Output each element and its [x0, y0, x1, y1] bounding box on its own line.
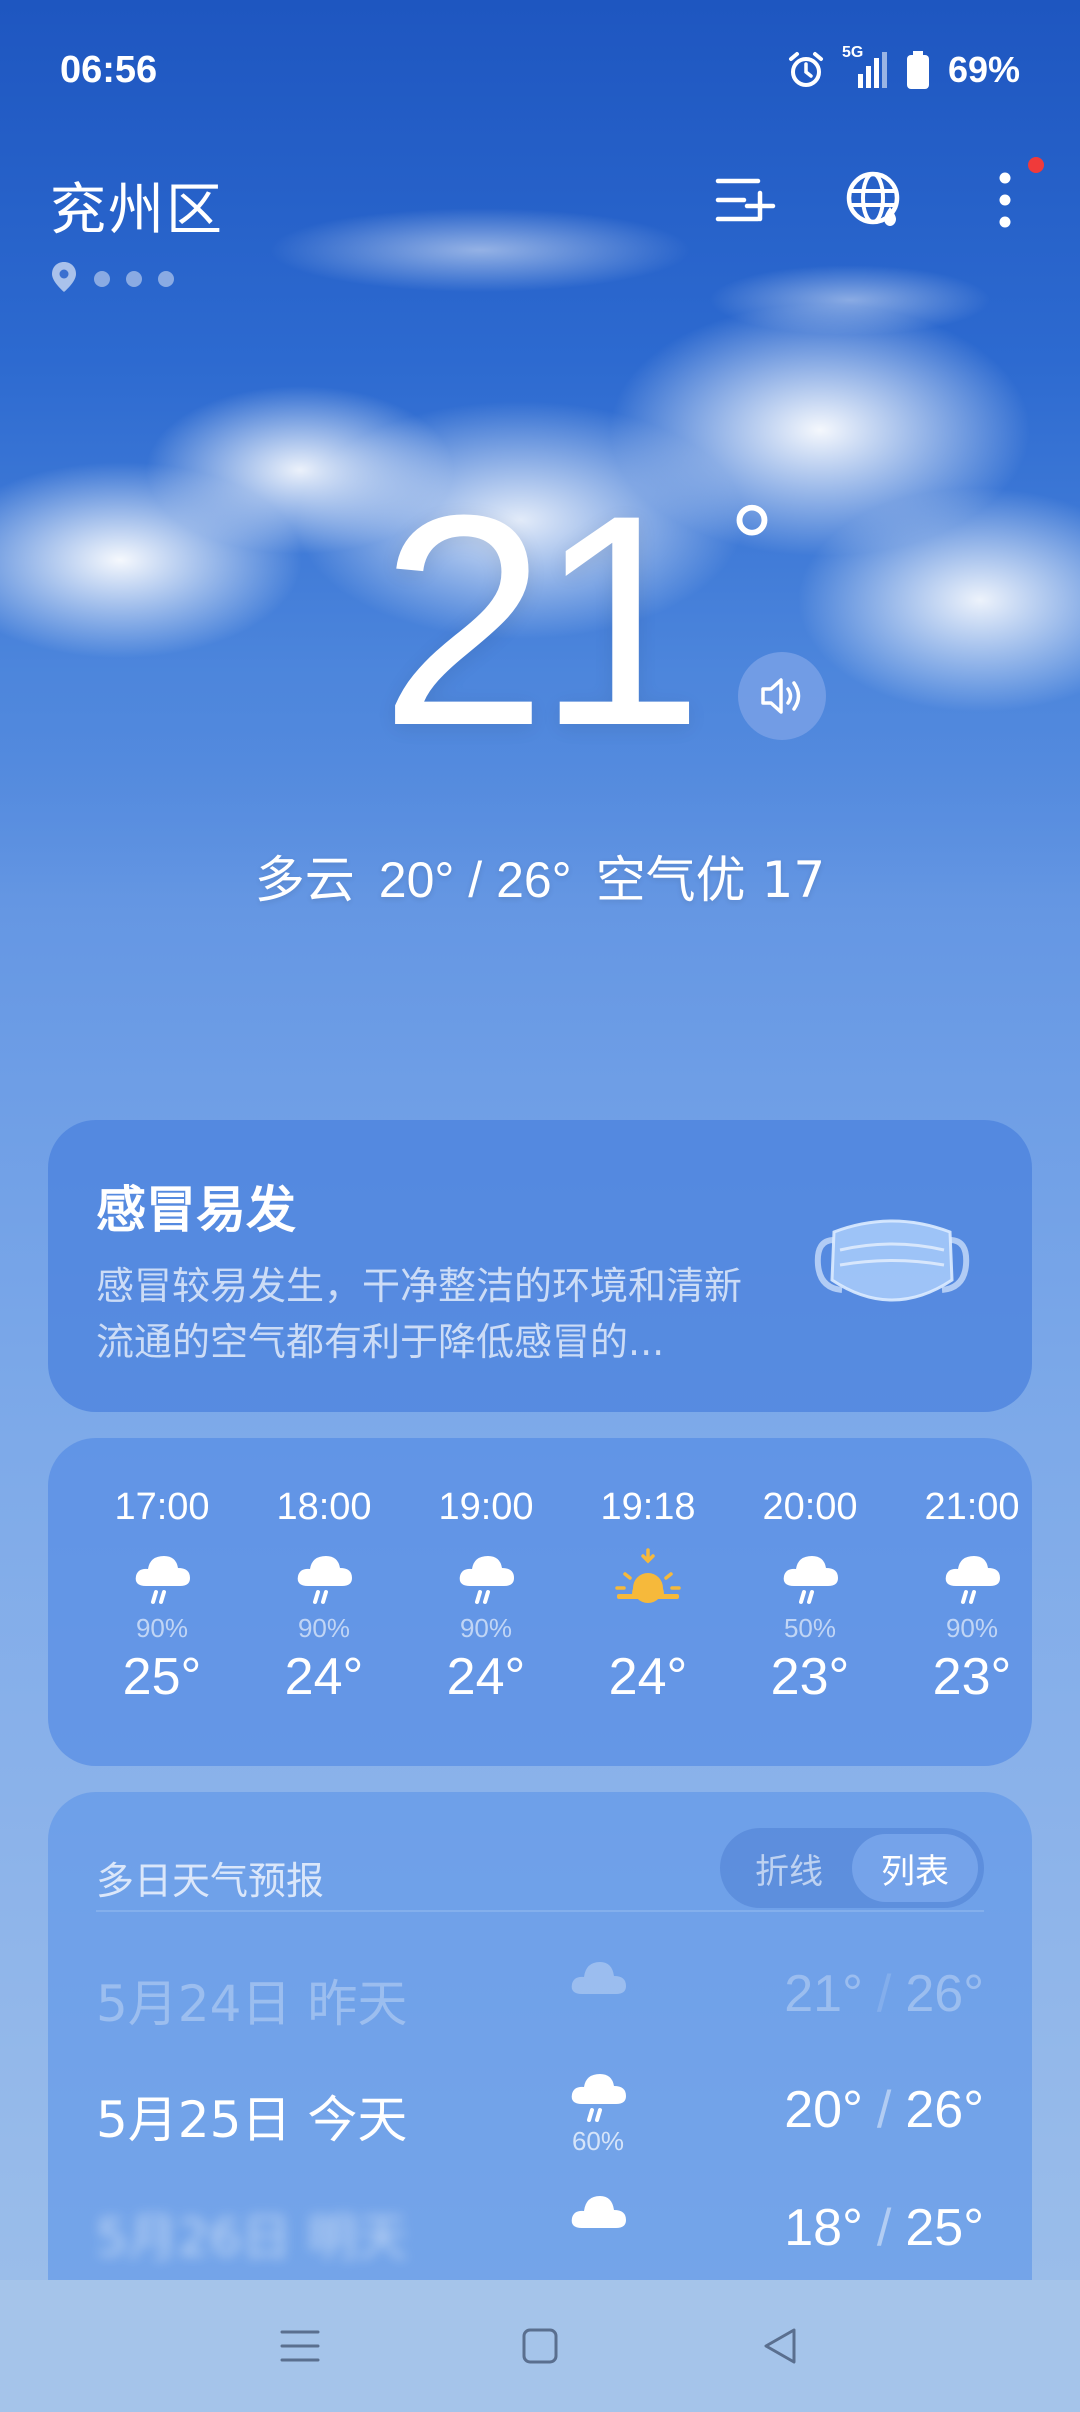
cloud-icon [558, 1954, 638, 2002]
hourly-item: 19:18 24° [568, 1486, 728, 1707]
daily-temp-range: 18°/25° [784, 2198, 984, 2258]
status-time: 06:56 [60, 48, 158, 91]
hourly-time: 20:00 [762, 1486, 858, 1528]
daily-low: 18° [784, 2199, 863, 2257]
battery-level: 69% [947, 49, 1020, 90]
city-name[interactable]: 兖州区 [50, 165, 224, 246]
network-label: 5G [841, 44, 864, 61]
daily-temp-range: 20°/26° [784, 2080, 984, 2140]
rain-cloud-icon [406, 1543, 566, 1613]
daily-row[interactable]: 5月24日 昨天 21°/26° [96, 1940, 984, 2050]
hourly-time: 19:18 [600, 1486, 696, 1528]
daily-row[interactable]: 5月26日 明天 18°/25° [96, 2174, 984, 2280]
recent-apps-button[interactable] [260, 2306, 340, 2386]
health-tip-title: 感冒易发 [96, 1181, 296, 1239]
health-tip-description: 感冒较易发生，干净整洁的环境和清新流通的空气都有利于降低感冒的... [96, 1264, 743, 1364]
hourly-temp: 24° [446, 1648, 526, 1706]
daily-low: 21° [784, 1965, 863, 2023]
daily-date: 5月24日 昨天 [96, 1975, 408, 2033]
daily-high: 25° [905, 2199, 984, 2257]
hourly-temp: 24° [284, 1648, 364, 1706]
menu-icon [280, 2330, 320, 2362]
more-options-icon[interactable] [970, 157, 1044, 235]
hourly-temp: 24° [608, 1648, 688, 1706]
daily-high: 26° [905, 1965, 984, 2023]
add-city-icon[interactable] [710, 165, 780, 235]
hourly-time: 19:00 [438, 1486, 534, 1528]
daily-row[interactable]: 5月25日 今天 60% 20°/26° [96, 2056, 984, 2166]
temp-separator: / [876, 2199, 892, 2257]
hourly-temp: 25° [122, 1648, 202, 1706]
back-triangle-icon [764, 2328, 796, 2364]
current-temperature: 21 [380, 452, 704, 788]
system-nav-bar [0, 2280, 1080, 2412]
temperature-range: 20° / 26° [378, 852, 572, 908]
degree-symbol: ° [730, 483, 774, 606]
daily-forecast-title: 多日天气预报 [96, 1859, 325, 1903]
square-icon [522, 2328, 558, 2364]
rain-cloud-icon [892, 1543, 1052, 1613]
temp-separator: / [876, 2081, 892, 2139]
page-indicator [50, 260, 174, 298]
daily-precip: 60% [571, 2126, 625, 2156]
weather-summary: 多云 20° / 26° 空气优 17 [0, 840, 1080, 912]
rain-cloud-icon [730, 1543, 890, 1613]
header-actions [710, 157, 1044, 235]
hourly-time: 21:00 [924, 1486, 1020, 1528]
battery-icon [906, 50, 930, 90]
daily-date: 5月25日 今天 [96, 2091, 408, 2149]
globe-icon[interactable] [840, 165, 910, 235]
hourly-precip [568, 1613, 728, 1643]
hourly-item: 21:00 90% 23° [892, 1486, 1052, 1707]
toggle-list[interactable]: 列表 [852, 1834, 978, 1902]
hourly-item: 18:00 90% 24° [244, 1486, 404, 1707]
sunset-icon [568, 1543, 728, 1613]
status-icons: 5G 69% [786, 44, 1020, 91]
cloud-icon [558, 2188, 638, 2236]
air-quality[interactable]: 空气优 17 [596, 851, 826, 909]
view-toggle[interactable]: 折线 列表 [720, 1828, 984, 1908]
hourly-item: 17:00 90% 25° [82, 1486, 242, 1707]
condition-text: 多云 [254, 851, 355, 909]
speaker-icon [761, 678, 801, 714]
rain-cloud-icon [82, 1543, 242, 1613]
divider [96, 1910, 984, 1912]
notification-dot [1028, 157, 1044, 173]
temp-separator: / [876, 1965, 892, 2023]
back-button[interactable] [740, 2306, 820, 2386]
hourly-precip: 50% [783, 1613, 837, 1643]
rain-cloud-icon: 60% [558, 2070, 638, 2157]
alarm-icon [786, 50, 826, 90]
page-dot [94, 271, 110, 287]
page-dot [158, 271, 174, 287]
daily-low: 20° [784, 2081, 863, 2139]
hourly-precip: 90% [135, 1613, 189, 1643]
hourly-item: 20:00 50% 23° [730, 1486, 890, 1707]
hourly-temp: 23° [932, 1648, 1012, 1706]
hourly-precip: 90% [945, 1613, 999, 1643]
page-dot [126, 271, 142, 287]
hourly-precip: 90% [459, 1613, 513, 1643]
hourly-time: 17:00 [114, 1486, 210, 1528]
health-tip-card[interactable]: 感冒易发 感冒较易发生，干净整洁的环境和清新流通的空气都有利于降低感冒的... [48, 1120, 1032, 1412]
voice-broadcast-button[interactable] [738, 652, 826, 740]
hourly-forecast-card[interactable]: 17:00 90% 25° 18:00 90% 24° 19:00 90% 24… [48, 1438, 1032, 1766]
daily-date: 5月26日 明天 [96, 2209, 408, 2267]
daily-forecast-card[interactable]: 多日天气预报 折线 列表 5月24日 昨天 21°/26° 5月25日 今天 6… [48, 1792, 1032, 2280]
toggle-line-chart[interactable]: 折线 [726, 1834, 852, 1902]
hourly-precip: 90% [297, 1613, 351, 1643]
hourly-time: 18:00 [276, 1486, 372, 1528]
daily-temp-range: 21°/26° [784, 1964, 984, 2024]
rain-cloud-icon [244, 1543, 404, 1613]
hourly-item: 19:00 90% 24° [406, 1486, 566, 1707]
face-mask-icon [812, 1210, 972, 1324]
location-pin-icon [50, 260, 78, 298]
hourly-temp: 23° [770, 1648, 850, 1706]
signal-5g-icon: 5G [842, 44, 888, 90]
status-bar: 06:56 5G 69% [60, 40, 1020, 100]
daily-high: 26° [905, 2081, 984, 2139]
home-button[interactable] [500, 2306, 580, 2386]
